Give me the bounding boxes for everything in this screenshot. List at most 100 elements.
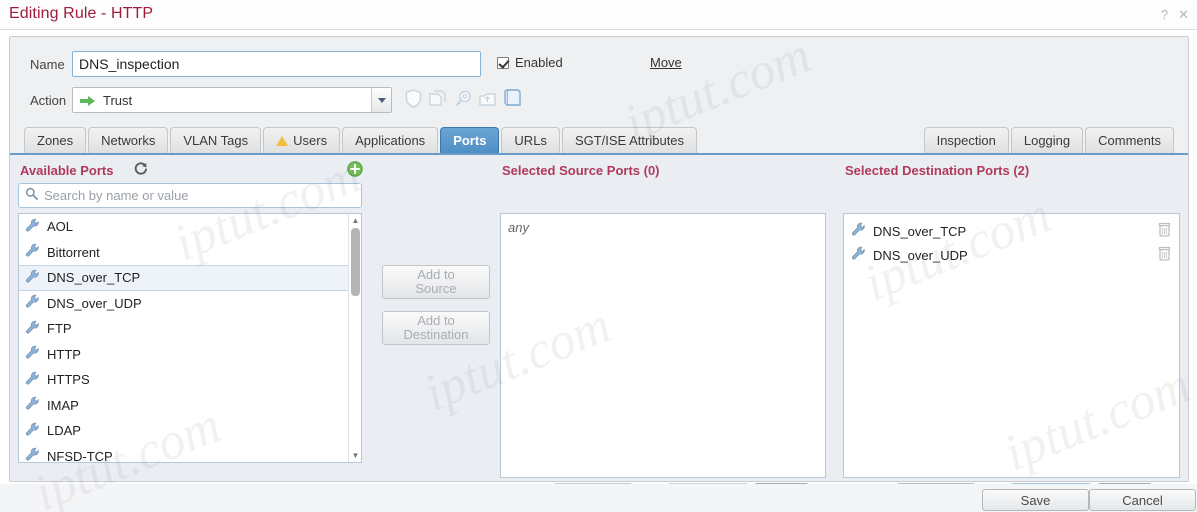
list-item[interactable]: HTTPS: [19, 367, 361, 393]
destination-port-label: DNS_over_UDP: [873, 247, 968, 263]
save-button[interactable]: Save: [982, 489, 1089, 511]
list-item[interactable]: NFSD-TCP: [19, 444, 361, 463]
list-item-label: NFSD-TCP: [47, 448, 113, 463]
copy-files-icon[interactable]: [428, 89, 447, 108]
selected-source-ports-list[interactable]: any: [500, 213, 826, 478]
add-to-source-line1: Add to: [417, 267, 455, 282]
list-item[interactable]: Bittorrent: [19, 240, 361, 266]
move-link[interactable]: Move: [650, 55, 682, 70]
tab-vlan-tags[interactable]: VLAN Tags: [170, 127, 262, 153]
tab-zones-label: Zones: [37, 133, 74, 148]
tab-comments[interactable]: Comments: [1085, 127, 1174, 153]
list-item-label: IMAP: [47, 397, 79, 413]
port-wrench-icon: [25, 345, 40, 363]
action-dropdown-button[interactable]: [371, 88, 391, 112]
list-item-selected[interactable]: DNS_over_TCP: [19, 265, 361, 291]
enabled-label: Enabled: [515, 55, 563, 70]
list-item-label: HTTPS: [47, 372, 90, 388]
window-title: Editing Rule - HTTP: [9, 5, 154, 22]
tab-ports-label: Ports: [453, 133, 487, 148]
table-row[interactable]: DNS_over_UDP: [844, 243, 1179, 267]
help-icon[interactable]: ?: [1161, 8, 1168, 21]
list-item[interactable]: DNS_over_UDP: [19, 291, 361, 317]
enabled-checkbox[interactable]: Enabled: [497, 55, 563, 70]
search-input[interactable]: Search by name or value: [18, 183, 362, 208]
tab-inspection-label: Inspection: [936, 133, 996, 148]
tab-bar: Zones Networks VLAN Tags Users Applicati…: [10, 127, 1188, 155]
table-row[interactable]: DNS_over_TCP: [844, 219, 1179, 243]
add-to-destination-line1: Add to: [417, 313, 455, 328]
port-wrench-icon: [851, 222, 866, 240]
list-item[interactable]: FTP: [19, 316, 361, 342]
tab-inspection[interactable]: Inspection: [923, 127, 1009, 153]
port-wrench-icon: [25, 396, 40, 414]
add-to-destination-button[interactable]: Add to Destination: [382, 311, 490, 345]
key-lock-icon[interactable]: [453, 89, 472, 108]
window-titlebar: Editing Rule - HTTP ? ✕: [0, 0, 1197, 30]
list-item-label: AOL: [47, 219, 74, 235]
selected-destination-ports-list[interactable]: DNS_over_TCP DNS_over_UDP: [843, 213, 1180, 478]
port-wrench-icon: [25, 447, 40, 462]
enabled-checkbox-box[interactable]: [497, 56, 509, 69]
scroll-down-icon[interactable]: ▼: [349, 449, 361, 462]
document-icon[interactable]: [503, 88, 523, 108]
trust-arrow-icon: [80, 95, 96, 106]
close-icon[interactable]: ✕: [1178, 8, 1189, 21]
rule-name-input[interactable]: [72, 51, 481, 77]
tab-networks[interactable]: Networks: [88, 127, 169, 153]
tab-zones[interactable]: Zones: [24, 127, 87, 153]
tab-users[interactable]: Users: [263, 127, 341, 153]
tab-urls-label: URLs: [514, 133, 547, 148]
tabs-left-group: Zones Networks VLAN Tags Users Applicati…: [24, 127, 698, 153]
scroll-up-icon[interactable]: ▲: [349, 214, 361, 227]
tab-logging-label: Logging: [1023, 133, 1071, 148]
tab-sgt-ise-attributes-label: SGT/ISE Attributes: [574, 133, 685, 148]
action-label: Action: [30, 93, 67, 108]
action-select[interactable]: Trust: [72, 87, 392, 113]
available-list-scrollbar[interactable]: ▲ ▼: [348, 214, 361, 462]
tab-urls[interactable]: URLs: [501, 127, 560, 153]
ports-tab-content: Available Ports Search by name or value …: [10, 155, 1188, 507]
selected-destination-ports-title: Selected Destination Ports (2): [845, 163, 1030, 178]
list-item-label: HTTP: [47, 346, 81, 362]
refresh-icon[interactable]: [134, 162, 148, 181]
source-empty-text: any: [508, 220, 529, 235]
port-wrench-icon: [25, 218, 40, 236]
tab-applications-label: Applications: [355, 133, 426, 148]
tab-ports[interactable]: Ports: [440, 127, 500, 153]
port-wrench-icon: [25, 422, 40, 440]
list-item[interactable]: AOL: [19, 214, 361, 240]
port-wrench-icon: [851, 246, 866, 264]
list-item-label: Bittorrent: [47, 244, 100, 260]
scrollbar-thumb[interactable]: [351, 228, 360, 296]
tabs-right-group: Inspection Logging Comments: [923, 127, 1174, 153]
action-value: Trust: [103, 92, 133, 108]
rule-editor-panel: Name Enabled Move Action Trust: [9, 36, 1189, 507]
available-ports-list[interactable]: AOL Bittorrent DNS_over_TCP DNS_over_UDP…: [18, 213, 362, 463]
tab-networks-label: Networks: [101, 133, 156, 148]
shield-icon[interactable]: [405, 88, 422, 108]
tab-applications[interactable]: Applications: [342, 127, 439, 153]
folder-upload-icon[interactable]: [478, 89, 497, 108]
tab-sgt-ise-attributes[interactable]: SGT/ISE Attributes: [561, 127, 698, 153]
tab-vlan-tags-label: VLAN Tags: [183, 133, 249, 148]
cancel-button[interactable]: Cancel: [1089, 489, 1196, 511]
list-item-label: DNS_over_TCP: [47, 270, 141, 286]
list-item[interactable]: HTTP: [19, 342, 361, 368]
list-item-label: DNS_over_UDP: [47, 295, 142, 311]
tab-comments-label: Comments: [1098, 133, 1161, 148]
trash-icon[interactable]: [1158, 222, 1171, 240]
add-to-source-line2: Source: [415, 281, 457, 296]
warning-icon: [276, 135, 289, 146]
destination-port-label: DNS_over_TCP: [873, 223, 967, 239]
search-icon: [25, 187, 38, 205]
add-circle-icon[interactable]: [347, 161, 363, 182]
list-item-label: LDAP: [47, 423, 81, 439]
port-wrench-icon: [25, 320, 40, 338]
add-to-source-button[interactable]: Add to Source: [382, 265, 490, 299]
list-item[interactable]: IMAP: [19, 393, 361, 419]
list-item[interactable]: LDAP: [19, 418, 361, 444]
tab-logging[interactable]: Logging: [1010, 127, 1084, 153]
add-to-destination-line2: Destination: [403, 327, 469, 342]
trash-icon[interactable]: [1158, 246, 1171, 264]
